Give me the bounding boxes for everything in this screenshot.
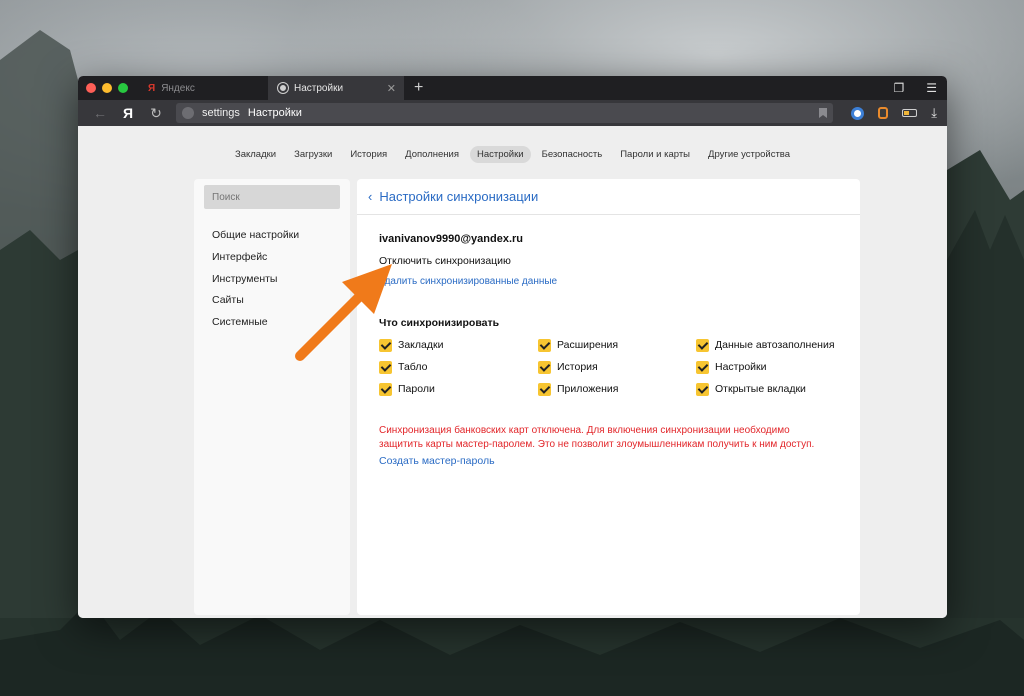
checkbox-label: Закладки (398, 339, 444, 351)
menu-icon[interactable]: ☰ (926, 81, 937, 95)
sync-autofill-checkbox[interactable]: Данные автозаполнения (696, 338, 846, 352)
checkbox-label: Пароли (398, 383, 435, 395)
sync-apps-checkbox[interactable]: Приложения (538, 382, 696, 396)
tabs-overview-icon[interactable]: ❐ (893, 81, 904, 95)
page-title: Настройки синхронизации (379, 189, 539, 204)
tab-bar: Я Яндекс Настройки ✕ + ❐ ☰ (78, 76, 947, 100)
sync-history-checkbox[interactable]: История (538, 360, 696, 374)
sidebar-item-system[interactable]: Системные (194, 312, 350, 334)
tab-yandex[interactable]: Я Яндекс (138, 76, 268, 100)
checkbox-checked[interactable] (696, 382, 709, 396)
panel-header[interactable]: ‹ Настройки синхронизации (357, 179, 860, 215)
battery-saver-icon[interactable] (902, 109, 918, 117)
disable-sync-button[interactable]: Отключить синхронизацию (379, 255, 860, 267)
tab-label: Яндекс (161, 82, 195, 94)
yandex-icon: Я (148, 82, 156, 94)
checkbox-label: Открытые вкладки (715, 383, 806, 395)
sync-settings-checkbox[interactable]: Настройки (696, 360, 846, 374)
new-tab-button[interactable]: + (414, 79, 423, 97)
download-icon[interactable]: ⤓ (931, 105, 937, 121)
checkbox-checked[interactable] (538, 382, 551, 396)
search-input[interactable] (204, 185, 340, 209)
checkbox-checked[interactable] (379, 360, 392, 374)
sync-open-tabs-checkbox[interactable]: Открытые вкладки (696, 382, 846, 396)
delete-synced-data-link[interactable]: Удалить синхронизированные данные (379, 276, 860, 287)
page-title-in-omnibox: Настройки (247, 107, 302, 119)
checkbox-checked[interactable] (696, 338, 709, 352)
nav-other-devices[interactable]: Другие устройства (701, 146, 797, 163)
yandex-home-button[interactable]: Я (114, 105, 142, 121)
checkbox-checked[interactable] (696, 360, 709, 374)
nav-history[interactable]: История (343, 146, 394, 163)
checkbox-label: Данные автозаполнения (715, 339, 835, 351)
window-controls (86, 83, 138, 93)
checkbox-label: Настройки (715, 361, 767, 373)
sidebar-item-general[interactable]: Общие настройки (194, 225, 350, 247)
close-window-button[interactable] (86, 83, 96, 93)
extension-icon[interactable] (851, 106, 865, 120)
maximize-window-button[interactable] (118, 83, 128, 93)
nav-extensions[interactable]: Дополнения (398, 146, 466, 163)
chevron-left-icon[interactable]: ‹ (368, 189, 372, 204)
address-bar: ← Я ↻ settings Настройки ⤓ (78, 100, 947, 126)
card-sync-warning: Синхронизация банковских карт отключена.… (379, 425, 815, 450)
sync-tableau-checkbox[interactable]: Табло (379, 360, 538, 374)
browser-window: Я Яндекс Настройки ✕ + ❐ ☰ ← Я ↻ setting… (78, 76, 947, 618)
settings-page: Закладки Загрузки История Дополнения Нас… (78, 126, 947, 618)
nav-downloads[interactable]: Загрузки (287, 146, 339, 163)
sync-options: Закладки Расширения Данные автозаполнени… (379, 338, 860, 396)
close-tab-icon[interactable]: ✕ (387, 82, 396, 95)
checkbox-checked[interactable] (379, 382, 392, 396)
nav-bookmarks[interactable]: Закладки (228, 146, 283, 163)
create-master-password-link[interactable]: Создать мастер-пароль (379, 455, 860, 467)
reload-button[interactable]: ↻ (142, 105, 170, 122)
sync-settings-panel: ‹ Настройки синхронизации ivanivanov9990… (357, 179, 860, 615)
settings-sidebar: Общие настройки Интерфейс Инструменты Са… (194, 179, 350, 615)
back-button[interactable]: ← (86, 105, 114, 121)
checkbox-label: История (557, 361, 598, 373)
sync-extensions-checkbox[interactable]: Расширения (538, 338, 696, 352)
sidebar-item-tools[interactable]: Инструменты (194, 269, 350, 291)
extension-icon[interactable] (878, 107, 889, 119)
gear-icon (278, 83, 288, 93)
tab-label: Настройки (294, 82, 344, 94)
sync-section-title: Что синхронизировать (379, 317, 500, 329)
checkbox-label: Приложения (557, 383, 619, 395)
omnibox[interactable]: settings Настройки (176, 103, 833, 123)
url-text: settings (202, 107, 240, 119)
checkbox-label: Табло (398, 361, 428, 373)
nav-settings[interactable]: Настройки (470, 146, 531, 163)
bookmark-icon[interactable] (819, 108, 827, 118)
sidebar-item-sites[interactable]: Сайты (194, 290, 350, 312)
protect-icon (182, 107, 194, 119)
checkbox-checked[interactable] (538, 338, 551, 352)
sidebar-item-interface[interactable]: Интерфейс (194, 247, 350, 269)
tab-settings[interactable]: Настройки ✕ (268, 76, 404, 100)
account-email: ivanivanov9990@yandex.ru (379, 233, 524, 245)
nav-passwords-cards[interactable]: Пароли и карты (613, 146, 697, 163)
checkbox-checked[interactable] (379, 338, 392, 352)
checkbox-label: Расширения (557, 339, 619, 351)
nav-security[interactable]: Безопасность (535, 146, 610, 163)
checkbox-checked[interactable] (538, 360, 551, 374)
settings-top-nav: Закладки Загрузки История Дополнения Нас… (78, 146, 947, 163)
minimize-window-button[interactable] (102, 83, 112, 93)
sync-bookmarks-checkbox[interactable]: Закладки (379, 338, 538, 352)
sync-passwords-checkbox[interactable]: Пароли (379, 382, 538, 396)
